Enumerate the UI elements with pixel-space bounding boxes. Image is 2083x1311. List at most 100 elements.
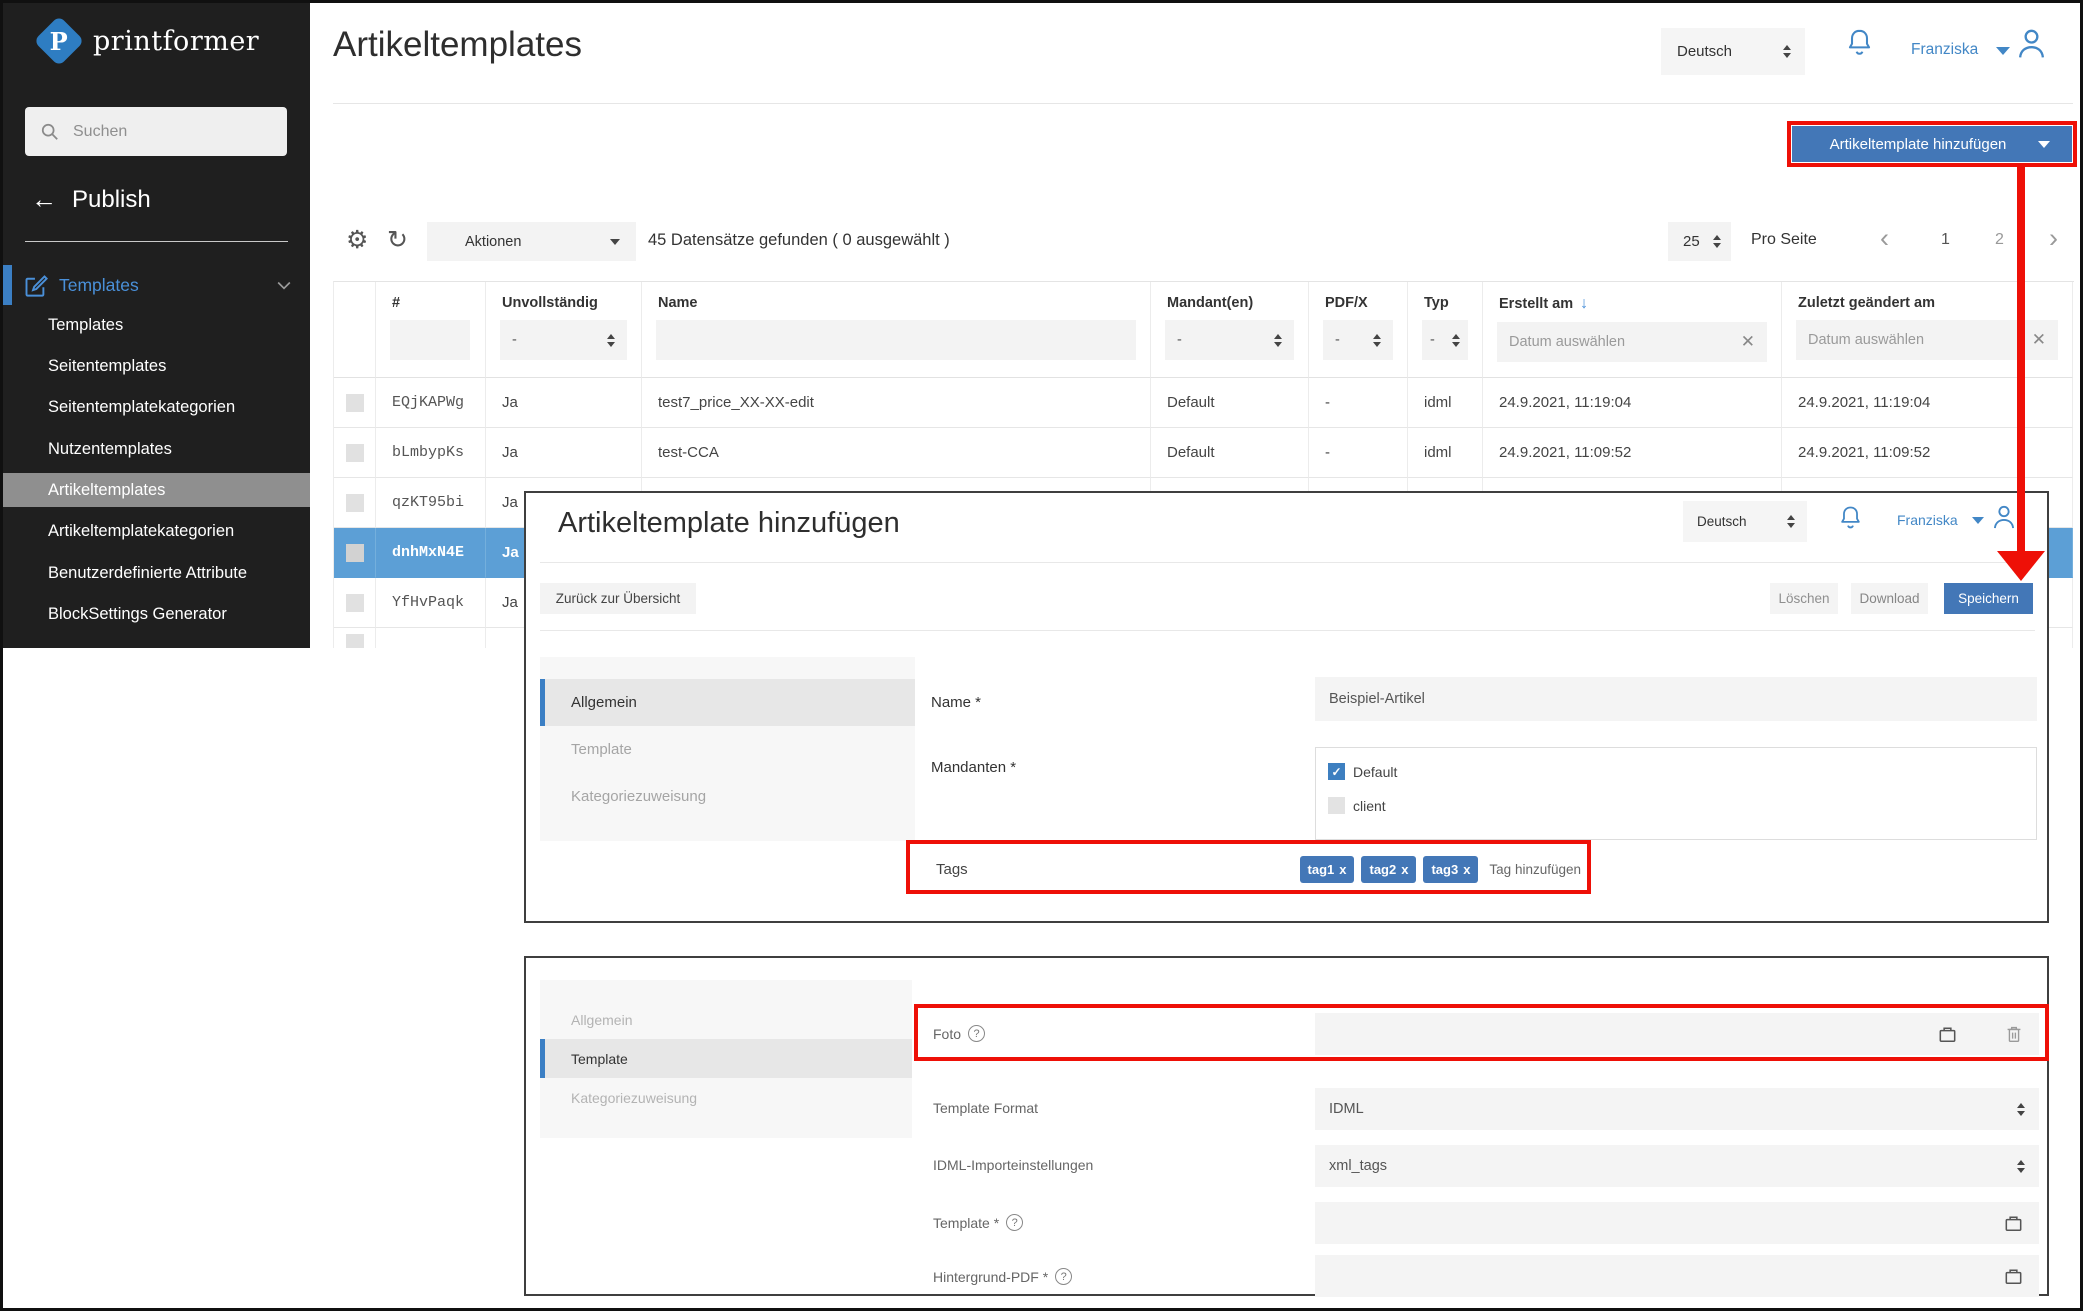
file-select-icon[interactable] (2002, 1265, 2025, 1288)
template-format-select[interactable]: IDML (1315, 1088, 2039, 1130)
user-menu-caret-icon[interactable] (1972, 517, 1984, 524)
remove-tag-icon[interactable]: x (1401, 862, 1408, 877)
tag-pill[interactable]: tag2x (1361, 856, 1416, 883)
sidebar-item-nutzentemplates[interactable]: Nutzentemplates (3, 433, 310, 466)
per-page-label: Pro Seite (1751, 231, 1817, 249)
sidebar-item-benutzerdefinierte-attribute[interactable]: Benutzerdefinierte Attribute (3, 557, 310, 590)
row-checkbox[interactable] (346, 394, 364, 412)
cell-name[interactable]: test-CCA (642, 428, 1151, 478)
sidebar-search[interactable] (25, 107, 287, 156)
idml-import-select[interactable]: xml_tags (1315, 1145, 2039, 1187)
nav-item-kategoriezuweisung[interactable]: Kategoriezuweisung (540, 1078, 912, 1117)
chevron-down-icon[interactable] (274, 275, 294, 295)
hintergrund-pdf-input[interactable] (1315, 1255, 2039, 1297)
cell-id[interactable]: qzKT95bi (376, 478, 486, 528)
user-avatar-icon[interactable] (2014, 25, 2049, 62)
name-input[interactable]: Beispiel-Artikel (1315, 677, 2037, 721)
row-checkbox[interactable] (346, 594, 364, 612)
cell-id[interactable]: YfHvPaqk (376, 578, 486, 628)
notifications-bell-icon[interactable] (1844, 26, 1875, 61)
nav-item-template[interactable]: Template (540, 726, 915, 773)
user-name[interactable]: Franziska (1897, 512, 1958, 528)
tag-pill[interactable]: tag3x (1423, 856, 1478, 883)
clear-date-icon[interactable]: ✕ (2032, 330, 2046, 350)
prev-page-icon[interactable]: ‹ (1880, 225, 1889, 252)
page-number-1[interactable]: 1 (1941, 231, 1950, 249)
tag-pill[interactable]: tag1x (1300, 856, 1355, 883)
cell-id[interactable]: EQjKAPWg (376, 378, 486, 428)
sidebar-item-artikeltemplatekategorien[interactable]: Artikeltemplatekategorien (3, 515, 310, 548)
column-mandanten[interactable]: Mandant(en) - (1151, 282, 1309, 378)
nav-item-template[interactable]: Template (540, 1039, 912, 1078)
brand[interactable]: P printformer (41, 23, 259, 59)
id-filter-input[interactable] (390, 320, 470, 360)
user-menu-caret-icon[interactable] (1996, 47, 2010, 55)
add-artikeltemplate-button[interactable]: Artikeltemplate hinzufügen (1792, 126, 2072, 162)
add-tag-button[interactable]: Tag hinzufügen (1489, 862, 1581, 877)
remove-tag-icon[interactable]: x (1463, 862, 1470, 877)
delete-button[interactable]: Löschen (1770, 583, 1838, 614)
file-select-icon[interactable] (1936, 1023, 1959, 1046)
sidebar-item-artikeltemplates[interactable]: Artikeltemplates (3, 473, 310, 507)
trash-icon[interactable] (2003, 1023, 2025, 1045)
mandant-option-client[interactable]: ✓ client (1328, 797, 1386, 814)
column-unvollstaendig[interactable]: Unvollständig - (486, 282, 642, 378)
nav-item-allgemein[interactable]: Allgemein (540, 679, 915, 726)
cell-id[interactable]: bLmbypKs (376, 428, 486, 478)
column-erstellt-am[interactable]: Erstellt am↓ Datum auswählen ✕ (1483, 282, 1782, 378)
user-avatar-icon[interactable] (1990, 502, 2018, 532)
nav-item-kategoriezuweisung[interactable]: Kategoriezuweisung (540, 773, 915, 820)
sidebar-item-seitentemplatekategorien[interactable]: Seitentemplatekategorien (3, 391, 310, 424)
page-number-2[interactable]: 2 (1995, 231, 2004, 249)
column-pdfx[interactable]: PDF/X - (1309, 282, 1408, 378)
row-checkbox[interactable] (346, 634, 364, 648)
download-button[interactable]: Download (1851, 583, 1928, 614)
settings-gear-icon[interactable]: ⚙ (346, 228, 368, 253)
remove-tag-icon[interactable]: x (1339, 862, 1346, 877)
template-file-input[interactable] (1315, 1202, 2039, 1244)
row-checkbox[interactable] (346, 494, 364, 512)
erstellt-date-filter[interactable]: Datum auswählen ✕ (1497, 322, 1767, 362)
pdfx-filter[interactable]: - (1323, 320, 1393, 360)
checkbox-checked[interactable]: ✓ (1328, 763, 1345, 780)
notifications-bell-icon[interactable] (1837, 503, 1864, 534)
clear-date-icon[interactable]: ✕ (1741, 332, 1755, 352)
row-checkbox[interactable] (346, 544, 364, 562)
cell-id[interactable]: dnhMxN4E (376, 528, 486, 578)
row-checkbox[interactable] (346, 444, 364, 462)
sort-descending-icon[interactable]: ↓ (1580, 295, 1588, 313)
mandant-filter[interactable]: - (1165, 320, 1294, 360)
sidebar-item-blocksettings-generator[interactable]: BlockSettings Generator (3, 598, 310, 631)
cell-created: 24.9.2021, 11:19:04 (1483, 378, 1782, 428)
mandant-option-default[interactable]: ✓ Default (1328, 763, 1397, 780)
help-icon[interactable]: ? (1006, 1214, 1023, 1231)
name-filter-input[interactable] (656, 320, 1136, 360)
dialog-language-select[interactable]: Deutsch (1683, 501, 1807, 542)
foto-file-input[interactable] (1315, 1013, 2039, 1055)
back-to-publish[interactable]: ← Publish (31, 184, 151, 215)
nav-item-allgemein[interactable]: Allgemein (540, 1000, 912, 1039)
language-select[interactable]: Deutsch (1661, 28, 1805, 75)
file-select-icon[interactable] (2002, 1212, 2025, 1235)
column-zuletzt-geaendert[interactable]: Zuletzt geändert am Datum auswählen ✕ (1782, 282, 2073, 378)
help-icon[interactable]: ? (968, 1025, 985, 1042)
cell-name[interactable]: test7_price_XX-XX-edit (642, 378, 1151, 428)
next-page-icon[interactable]: › (2049, 225, 2058, 252)
refresh-icon[interactable]: ↻ (387, 228, 408, 253)
save-button[interactable]: Speichern (1944, 583, 2033, 614)
user-name[interactable]: Franziska (1911, 41, 1978, 59)
help-icon[interactable]: ? (1055, 1268, 1072, 1285)
sidebar-item-templates[interactable]: Templates (3, 309, 310, 342)
column-id[interactable]: # (376, 282, 486, 378)
checkbox-unchecked[interactable]: ✓ (1328, 797, 1345, 814)
search-input[interactable] (71, 122, 251, 142)
column-name[interactable]: Name (642, 282, 1151, 378)
back-to-overview-button[interactable]: Zurück zur Übersicht (540, 583, 696, 614)
sidebar-section-templates[interactable]: Templates (3, 265, 310, 305)
sidebar-item-seitentemplates[interactable]: Seitentemplates (3, 350, 310, 383)
actions-dropdown[interactable]: Aktionen (427, 222, 636, 261)
unvollstaendig-filter[interactable]: - (500, 320, 627, 360)
column-typ[interactable]: Typ - (1408, 282, 1483, 378)
page-size-select[interactable]: 25 (1668, 222, 1731, 261)
typ-filter[interactable]: - (1422, 320, 1468, 360)
